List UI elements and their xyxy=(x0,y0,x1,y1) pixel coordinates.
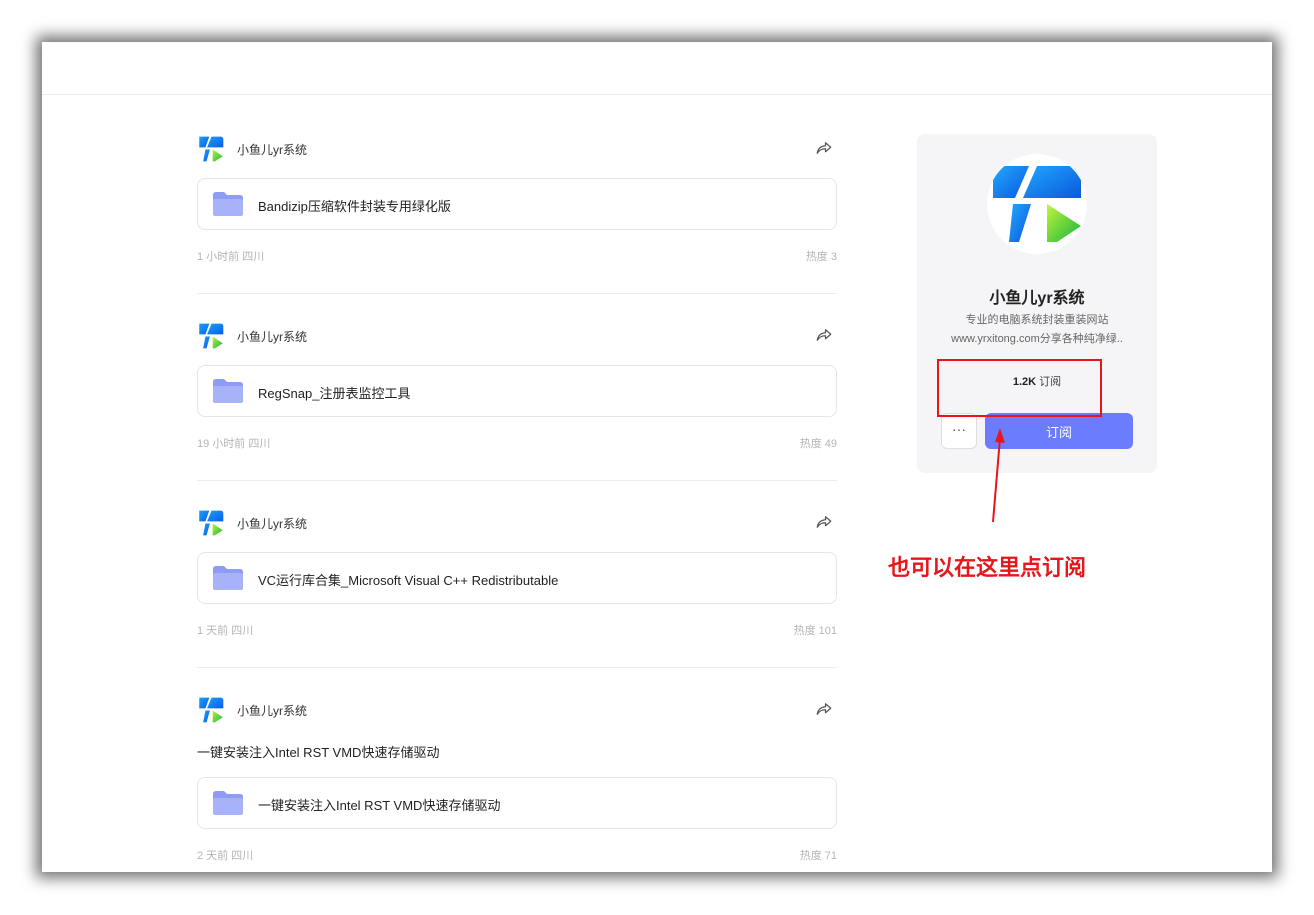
share-icon[interactable] xyxy=(815,326,833,344)
post-author[interactable]: 小鱼儿yr系统 xyxy=(237,702,307,719)
file-name: VC运行库合集_Microsoft Visual C++ Redistribut… xyxy=(258,573,559,588)
post-meta: 1 小时前 四川 热度 3 xyxy=(197,248,837,264)
post-heat: 热度 49 xyxy=(799,438,837,450)
post-header: 小鱼儿yr系统 xyxy=(197,321,837,351)
post-meta: 19 小时前 四川 热度 49 xyxy=(197,435,837,451)
channel-description: 专业的电脑系统封装重装网站 xyxy=(965,314,1109,326)
post-divider xyxy=(197,480,837,481)
share-icon[interactable] xyxy=(815,139,833,157)
post-header: 小鱼儿yr系统 xyxy=(197,508,837,538)
post-time-location: 1 天前 四川 xyxy=(197,625,254,637)
file-name: Bandizip压缩软件封装专用绿化版 xyxy=(258,199,451,214)
post-heat: 热度 3 xyxy=(805,251,837,263)
post-heat: 热度 101 xyxy=(793,625,837,637)
browser-window: 小鱼儿yr系统 Bandizip压缩软件封装专用绿化版 1 小时前 四川 热度 … xyxy=(42,42,1272,872)
file-card[interactable]: VC运行库合集_Microsoft Visual C++ Redistribut… xyxy=(197,552,837,604)
file-card[interactable]: Bandizip压缩软件封装专用绿化版 xyxy=(197,178,837,230)
annotation-arrow-icon xyxy=(992,428,1005,523)
post-divider xyxy=(197,293,837,294)
annotation-highlight-box xyxy=(937,359,1102,417)
post-header: 小鱼儿yr系统 xyxy=(197,134,837,164)
post-divider xyxy=(197,667,837,668)
share-icon[interactable] xyxy=(815,513,833,531)
channel-logo xyxy=(987,154,1087,254)
channel-avatar-icon[interactable] xyxy=(197,696,225,724)
file-name: RegSnap_注册表监控工具 xyxy=(258,386,411,401)
post-author[interactable]: 小鱼儿yr系统 xyxy=(237,141,307,158)
top-navbar xyxy=(42,42,1272,95)
file-name: 一键安装注入Intel RST VMD快速存储驱动 xyxy=(258,798,501,813)
post-author[interactable]: 小鱼儿yr系统 xyxy=(237,328,307,345)
post-author[interactable]: 小鱼儿yr系统 xyxy=(237,515,307,532)
folder-icon xyxy=(213,791,243,815)
file-card[interactable]: RegSnap_注册表监控工具 xyxy=(197,365,837,417)
post-time-location: 19 小时前 四川 xyxy=(197,438,271,450)
post-meta: 2 天前 四川 热度 71 xyxy=(197,847,837,863)
channel-info-card: 小鱼儿yr系统 专业的电脑系统封装重装网站 www.yrxitong.com分享… xyxy=(917,134,1157,473)
post-time-location: 1 小时前 四川 xyxy=(197,251,265,263)
channel-avatar-icon[interactable] xyxy=(197,509,225,537)
folder-icon xyxy=(213,379,243,403)
more-options-button[interactable]: ··· xyxy=(941,413,977,449)
file-card[interactable]: 一键安装注入Intel RST VMD快速存储驱动 xyxy=(197,777,837,829)
post-heat: 热度 71 xyxy=(799,850,837,862)
channel-logo-icon xyxy=(993,166,1081,242)
folder-icon xyxy=(213,192,243,216)
post-time-location: 2 天前 四川 xyxy=(197,850,254,862)
folder-icon xyxy=(213,566,243,590)
share-icon[interactable] xyxy=(815,700,833,718)
post-header: 小鱼儿yr系统 xyxy=(197,695,837,725)
channel-description: www.yrxitong.com分享各种纯净绿.. xyxy=(951,333,1123,345)
channel-avatar-icon[interactable] xyxy=(197,135,225,163)
post-meta: 1 天前 四川 热度 101 xyxy=(197,622,837,638)
post-text: 一键安装注入Intel RST VMD快速存储驱动 xyxy=(197,745,440,760)
annotation-text: 也可以在这里点订阅 xyxy=(888,555,1087,580)
channel-avatar-icon[interactable] xyxy=(197,322,225,350)
channel-name: 小鱼儿yr系统 xyxy=(989,290,1085,307)
